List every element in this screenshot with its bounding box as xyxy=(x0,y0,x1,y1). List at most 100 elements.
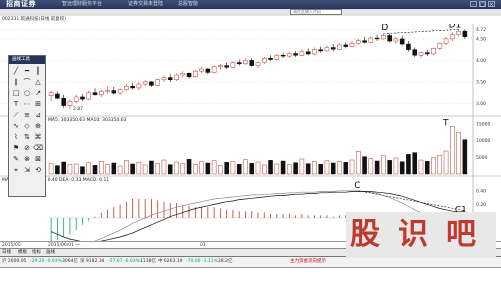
drawing-tool-icon[interactable]: ≡ xyxy=(22,110,32,120)
volume-bar xyxy=(381,155,386,175)
candle-body xyxy=(381,35,386,40)
candle-body xyxy=(193,70,198,77)
volume-bar xyxy=(98,161,104,175)
drawing-tool-icon[interactable]: ⚑ xyxy=(11,143,21,153)
annotation-C: C xyxy=(354,181,360,191)
candle-body xyxy=(330,47,336,50)
zx-change: -70.06 xyxy=(186,259,201,264)
drawing-tool-icon[interactable]: ⌫ xyxy=(33,143,43,153)
volume-bar xyxy=(424,161,430,175)
price-axis-label: 3.50 xyxy=(476,79,486,85)
drawing-tool-icon[interactable]: ╱ xyxy=(11,66,21,76)
candle-body xyxy=(406,43,411,50)
fund-flow-tip[interactable]: 主力资金流向提示 xyxy=(290,257,326,267)
candle-body xyxy=(287,53,292,57)
menu-item-trade[interactable]: 证券交易未登陆 xyxy=(128,0,163,9)
candle-body xyxy=(105,90,110,92)
candle-body xyxy=(368,37,374,43)
sh-amount: 3064亿 xyxy=(62,259,78,264)
watermark-logo: 股 识 吧 xyxy=(346,212,496,258)
volume-bar xyxy=(92,165,98,175)
drawing-tool-icon[interactable]: ⊞ xyxy=(33,99,43,109)
drawing-tool-icon[interactable]: ⋯ xyxy=(22,99,32,109)
volume-bar xyxy=(73,163,79,175)
drawing-tool-icon[interactable]: ⌒ xyxy=(22,77,32,87)
minimize-icon[interactable]: – xyxy=(470,1,477,8)
candle-body xyxy=(418,52,424,56)
candle-body xyxy=(117,89,123,94)
drawing-tool-icon[interactable]: □ xyxy=(11,88,21,98)
candle-body xyxy=(349,42,355,47)
drawing-tool-icon[interactable]: ┃ xyxy=(33,66,43,76)
drawing-tool-icon[interactable]: ○ xyxy=(22,88,32,98)
volume-bar xyxy=(142,164,148,175)
drawing-tool-icon[interactable]: ⊕ xyxy=(33,121,43,131)
drawing-tool-icon[interactable]: ━ xyxy=(22,66,32,76)
volume-bar xyxy=(117,165,123,175)
candle-body xyxy=(98,91,104,96)
candle-body xyxy=(48,92,54,96)
candle-body xyxy=(86,92,92,100)
drawing-tool-icon[interactable]: ◇ xyxy=(22,121,32,131)
drawing-tool-icon[interactable]: T xyxy=(11,99,21,109)
drawing-tool-icon[interactable]: ⊘ xyxy=(22,143,32,153)
drawing-tool-icon[interactable]: ⊠ xyxy=(33,154,43,164)
drawing-tool-icon[interactable]: ⇲ xyxy=(22,165,32,175)
candle-body xyxy=(387,35,392,42)
drawing-tool-icon[interactable]: ⟋ xyxy=(11,110,21,120)
drawing-tool-icon[interactable]: ⊗ xyxy=(22,154,32,164)
macd-axis-label: 0.40 xyxy=(476,188,486,194)
volume-bar xyxy=(167,164,173,175)
stock-title: 002331 皖通科技(日线 前复权) xyxy=(2,17,67,22)
candle-body xyxy=(431,48,436,55)
candle-body xyxy=(55,93,60,99)
candle-body xyxy=(299,51,305,56)
drawing-tool-icon[interactable]: ⌖ xyxy=(11,165,21,175)
stock-code-input[interactable] xyxy=(290,9,342,15)
candle-body xyxy=(437,42,443,49)
volume-bar xyxy=(462,139,468,175)
volume-bar xyxy=(193,164,198,175)
candle-body xyxy=(312,49,317,55)
candle-body xyxy=(73,96,79,102)
volume-bar xyxy=(218,165,223,175)
maximize-icon[interactable]: □ xyxy=(479,1,486,8)
volume-bar xyxy=(55,165,60,175)
volume-bar xyxy=(343,162,349,175)
volume-bar xyxy=(456,132,461,175)
volume-bar xyxy=(161,159,167,175)
stock-title-bar: 002331 皖通科技(日线 前复权) xyxy=(0,16,501,24)
candle-body xyxy=(211,66,217,73)
volume-bar xyxy=(330,162,336,175)
candle-body xyxy=(186,73,192,77)
candle-body xyxy=(124,85,129,90)
drawing-tool-icon[interactable]: ⌇ xyxy=(11,132,21,142)
sh-change: -29.20 xyxy=(30,259,45,264)
drawing-tool-icon[interactable]: ⟲ xyxy=(33,165,43,175)
watermark-char: 吧 xyxy=(446,217,476,252)
menu-item-smart[interactable]: 总股智能 xyxy=(178,0,198,9)
drawing-tool-icon[interactable]: ⌘ xyxy=(33,132,43,142)
candle-body xyxy=(92,92,98,96)
drawing-tool-icon[interactable]: ↗ xyxy=(33,88,43,98)
drawing-tool-icon[interactable]: ✎ xyxy=(11,154,21,164)
close-icon[interactable]: × xyxy=(488,1,495,8)
drawing-tool-icon[interactable]: △ xyxy=(33,77,43,87)
menu-item-platform[interactable]: 智远理财服务平台 xyxy=(62,0,102,9)
app-logo: 招商证券 xyxy=(6,0,36,8)
volume-bar xyxy=(324,160,330,175)
drawing-tool-icon[interactable]: ∥ xyxy=(11,77,21,87)
volume-bar xyxy=(431,157,436,175)
drawing-tool-icon[interactable]: ⇅ xyxy=(22,132,32,142)
candle-body xyxy=(180,73,186,76)
candle-body xyxy=(218,65,223,68)
drawing-tool-icon[interactable]: ⊿ xyxy=(33,110,43,120)
volume-bar xyxy=(280,160,286,175)
sh-pct: -0.93% xyxy=(46,259,62,264)
drawing-tool-icon[interactable]: ∿ xyxy=(11,121,21,131)
candle-body xyxy=(456,30,461,35)
zx-amount: 28.2亿 xyxy=(218,259,233,264)
watermark-char: 识 xyxy=(398,217,428,252)
candle-body xyxy=(362,40,367,43)
title-bar: 招商证券 智远理财服务平台 证券交易未登陆 总股智能 – □ × xyxy=(0,0,501,9)
